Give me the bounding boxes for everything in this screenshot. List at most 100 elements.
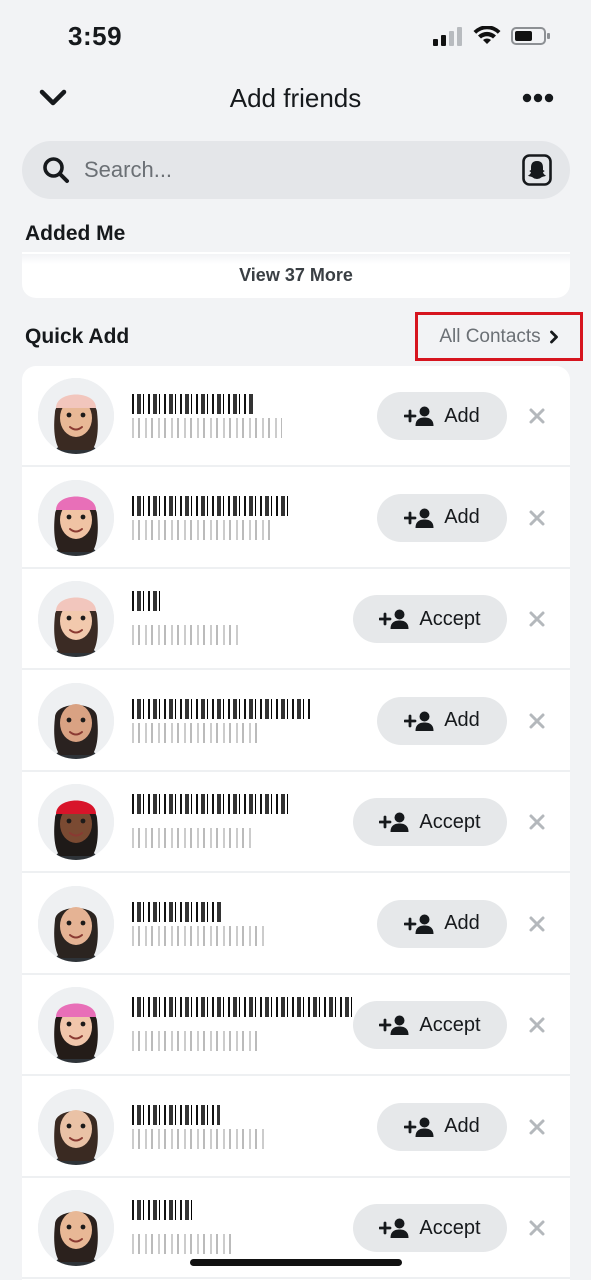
- dismiss-button[interactable]: [527, 812, 547, 832]
- redacted-username: [132, 828, 252, 848]
- add-friend-icon: [404, 406, 434, 426]
- accept-button-label: Accept: [419, 607, 481, 630]
- close-icon: [529, 1220, 545, 1236]
- accept-button-label: Accept: [419, 1013, 481, 1036]
- bitmoji-avatar[interactable]: [38, 885, 114, 962]
- quick-add-row[interactable]: Add: [22, 874, 570, 975]
- add-button-label: Add: [444, 506, 480, 528]
- redacted-name: [132, 794, 292, 814]
- cellular-signal-icon: [433, 27, 462, 46]
- accept-button-label: Accept: [419, 1216, 481, 1239]
- add-friend-icon: [404, 1117, 434, 1137]
- add-friend-icon: [404, 508, 434, 528]
- sticky-header-shadow: [0, 254, 591, 264]
- close-icon: [529, 713, 545, 728]
- redacted-username: [132, 625, 240, 645]
- dismiss-button[interactable]: [527, 609, 547, 629]
- redacted-username: [132, 1234, 232, 1254]
- more-dots-icon: [522, 93, 554, 103]
- redacted-name: [132, 901, 222, 922]
- add-friend-icon: [379, 1015, 409, 1035]
- quick-add-row[interactable]: Add: [22, 1077, 570, 1178]
- accept-friend-button[interactable]: Accept: [353, 595, 507, 643]
- redacted-username: [132, 1128, 268, 1149]
- redacted-username: [132, 1031, 262, 1051]
- quick-add-row[interactable]: Accept: [22, 569, 570, 670]
- redacted-name: [132, 997, 352, 1017]
- redacted-name: [132, 1200, 192, 1220]
- bitmoji-avatar[interactable]: [38, 581, 114, 657]
- collapse-button[interactable]: [36, 84, 70, 112]
- add-friend-button[interactable]: Add: [377, 1102, 507, 1151]
- all-contacts-link[interactable]: All Contacts: [415, 312, 583, 361]
- chevron-right-icon: [549, 330, 558, 343]
- more-options-button[interactable]: [521, 84, 555, 112]
- dismiss-button[interactable]: [527, 1015, 547, 1035]
- bitmoji-avatar[interactable]: [38, 1190, 114, 1266]
- bitmoji-avatar[interactable]: [38, 479, 114, 556]
- add-button-label: Add: [444, 404, 480, 427]
- search-input[interactable]: [84, 157, 522, 183]
- add-button-label: Add: [444, 1115, 480, 1137]
- add-friend-button[interactable]: Add: [377, 392, 507, 440]
- chevron-down-icon: [39, 89, 67, 106]
- add-friend-button[interactable]: Add: [377, 493, 507, 542]
- home-indicator: [190, 1259, 402, 1266]
- search-bar[interactable]: [22, 141, 570, 199]
- quick-add-row[interactable]: Accept: [22, 975, 570, 1076]
- view-more-link[interactable]: View 37 More: [239, 265, 353, 286]
- redacted-username: [132, 519, 270, 540]
- add-friend-icon: [404, 711, 434, 731]
- add-friend-icon: [379, 1218, 409, 1238]
- dismiss-button[interactable]: [527, 914, 547, 934]
- status-time: 3:59: [68, 20, 123, 51]
- close-icon: [529, 510, 545, 525]
- add-friend-icon: [379, 609, 409, 629]
- quick-add-row[interactable]: Add: [22, 468, 570, 569]
- redacted-name: [132, 394, 254, 414]
- status-bar: 3:59: [0, 0, 591, 72]
- add-friend-button[interactable]: Add: [377, 696, 507, 745]
- quick-add-row[interactable]: Add: [22, 671, 570, 772]
- add-friend-button[interactable]: Add: [377, 899, 507, 948]
- quick-add-row[interactable]: Add: [22, 366, 570, 467]
- status-icons: [433, 26, 551, 46]
- dismiss-button[interactable]: [527, 1218, 547, 1238]
- dismiss-button[interactable]: [527, 508, 547, 528]
- accept-friend-button[interactable]: Accept: [353, 1204, 507, 1252]
- redacted-username: [132, 722, 262, 743]
- redacted-name: [132, 698, 310, 719]
- close-icon: [529, 1017, 545, 1033]
- all-contacts-label: All Contacts: [439, 325, 541, 347]
- add-button-label: Add: [444, 709, 480, 731]
- close-icon: [529, 408, 545, 424]
- redacted-username: [132, 418, 282, 438]
- bitmoji-avatar[interactable]: [38, 987, 114, 1063]
- add-button-label: Add: [444, 912, 480, 934]
- wifi-icon: [473, 26, 501, 44]
- close-icon: [529, 814, 545, 830]
- add-friend-icon: [404, 914, 434, 934]
- dismiss-button[interactable]: [527, 406, 547, 426]
- search-icon: [43, 157, 69, 183]
- accept-friend-button[interactable]: Accept: [353, 798, 507, 846]
- bitmoji-avatar[interactable]: [38, 784, 114, 860]
- page-title: Add friends: [229, 82, 362, 113]
- redacted-name: [132, 1104, 220, 1125]
- redacted-username: [132, 925, 268, 946]
- quick-add-list: Add Add Accept Add Accept Add Accept Add…: [22, 366, 570, 1280]
- dismiss-button[interactable]: [527, 711, 547, 731]
- bitmoji-avatar[interactable]: [38, 682, 114, 759]
- snapcode-scan-icon[interactable]: [522, 154, 552, 186]
- quick-add-title: Quick Add: [25, 325, 130, 348]
- dismiss-button[interactable]: [527, 1117, 547, 1137]
- redacted-name: [132, 591, 162, 611]
- quick-add-row[interactable]: Accept: [22, 772, 570, 873]
- accept-friend-button[interactable]: Accept: [353, 1001, 507, 1049]
- bitmoji-avatar[interactable]: [38, 378, 114, 454]
- close-icon: [529, 916, 545, 931]
- header: Add friends: [0, 72, 591, 124]
- close-icon: [529, 1119, 545, 1134]
- bitmoji-avatar[interactable]: [38, 1088, 114, 1165]
- close-icon: [529, 611, 545, 627]
